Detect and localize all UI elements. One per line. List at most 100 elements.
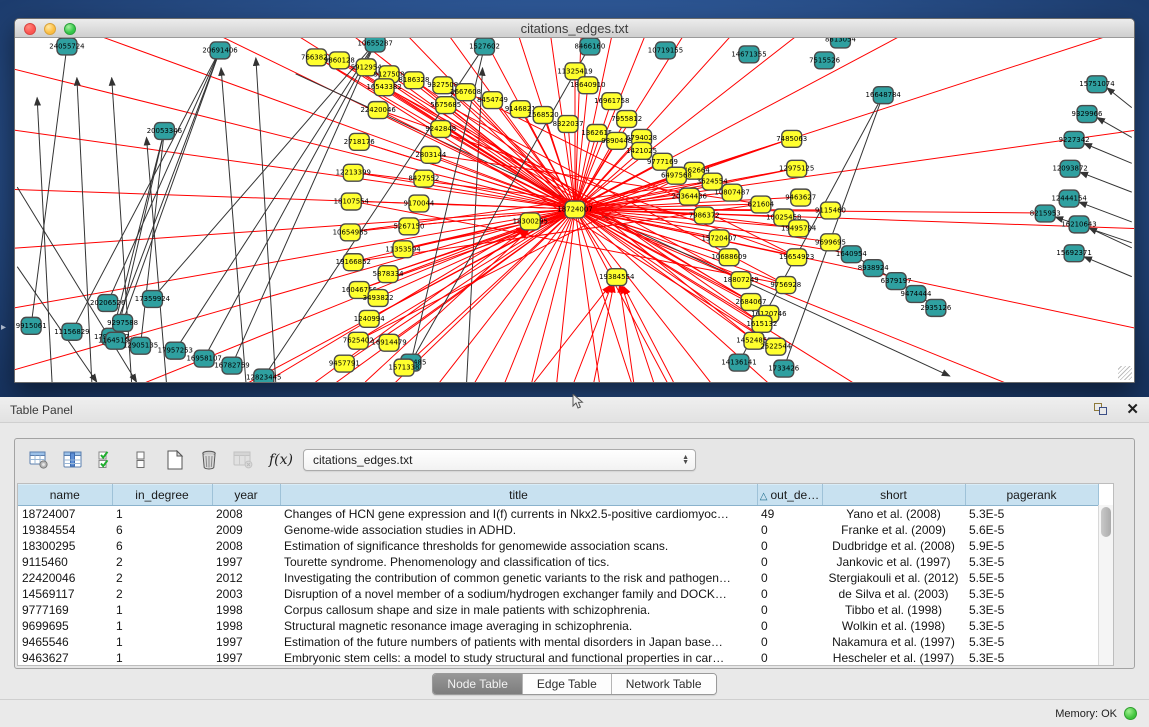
graph-node[interactable]: 1640954 xyxy=(836,246,867,263)
graph-node[interactable]: 12975125 xyxy=(779,160,814,177)
svg-text:2522544: 2522544 xyxy=(760,343,791,351)
graph-node[interactable]: 1733426 xyxy=(768,360,799,377)
panel-collapse-arrow-icon[interactable]: ▸ xyxy=(1,322,6,333)
graph-node[interactable]: 12213399 xyxy=(336,164,371,181)
graph-edge xyxy=(575,84,1134,209)
table-cell: 22420046 xyxy=(18,570,112,586)
graph-node[interactable]: 17359924 xyxy=(135,291,171,308)
graph-node[interactable]: 15692371 xyxy=(1056,245,1091,262)
delete-table-icon[interactable] xyxy=(195,447,223,473)
graph-node[interactable]: 8813054 xyxy=(825,38,856,48)
zoom-window-button[interactable] xyxy=(64,23,76,35)
graph-node[interactable]: 16648784 xyxy=(866,87,902,104)
table-settings-icon[interactable] xyxy=(25,447,53,473)
table-row[interactable]: 946362711997Embryonic stem cells: a mode… xyxy=(18,650,1098,666)
table-row[interactable]: 969969511998Structural magnetic resonanc… xyxy=(18,618,1098,634)
graph-node[interactable]: 12093872 xyxy=(1052,160,1087,177)
graph-node[interactable]: 2718176 xyxy=(344,133,375,150)
graph-edge xyxy=(574,285,612,382)
table-row[interactable]: 977716911998Corpus callosum shape and si… xyxy=(18,602,1098,618)
graph-node[interactable]: 18107554 xyxy=(334,193,370,210)
graph-node[interactable]: 14671355 xyxy=(731,46,766,63)
graph-node[interactable]: 19166852 xyxy=(336,254,371,271)
graph-node[interactable]: 9227342 xyxy=(1059,131,1090,148)
graph-node[interactable]: 2935126 xyxy=(920,299,951,316)
graph-node[interactable]: 621604 xyxy=(748,196,775,213)
graph-node[interactable]: 7515526 xyxy=(809,52,840,69)
graph-node[interactable]: 20206526 xyxy=(90,295,125,312)
window-resize-grip[interactable] xyxy=(1118,366,1132,380)
svg-text:3493822: 3493822 xyxy=(363,294,394,302)
graph-node[interactable]: 9329966 xyxy=(1072,106,1103,123)
column-header-pagerank[interactable]: pagerank xyxy=(965,485,1098,506)
graph-node[interactable]: 10688609 xyxy=(711,249,746,266)
graph-node[interactable]: 18300295 xyxy=(513,213,548,230)
window-titlebar[interactable]: citations_edges.txt xyxy=(15,19,1134,38)
table-row[interactable]: 1830029562008Estimation of significance … xyxy=(18,538,1098,554)
column-header-out_de[interactable]: △out_de… xyxy=(757,485,822,506)
graph-node[interactable]: 7955812 xyxy=(611,111,642,128)
graph-node[interactable]: 8427552 xyxy=(408,170,439,187)
svg-text:9115460: 9115460 xyxy=(815,206,846,214)
graph-node[interactable]: 7485063 xyxy=(776,130,807,147)
graph-node[interactable]: 11156829 xyxy=(54,323,89,340)
graph-node[interactable]: 24055724 xyxy=(49,38,85,55)
graph-node[interactable]: 10655287 xyxy=(358,38,393,52)
graph-node[interactable]: 9463627 xyxy=(785,189,816,206)
table-row[interactable]: 1456911722003Disruption of a novel membe… xyxy=(18,586,1098,602)
graph-node[interactable]: 12823445 xyxy=(246,369,281,382)
minimize-window-button[interactable] xyxy=(44,23,56,35)
svg-text:9699695: 9699695 xyxy=(815,238,846,246)
column-visibility-icon[interactable] xyxy=(59,447,87,473)
network-canvas[interactable]: 24055724 20691406 10655287 1527602 8466160 10… xyxy=(15,38,1134,382)
graph-node[interactable]: 8215953 xyxy=(1030,205,1061,222)
network-view-window[interactable]: citations_edges.txt 24055724 20691406 1065… xyxy=(14,18,1135,383)
svg-text:15751074: 15751074 xyxy=(1079,80,1115,88)
svg-text:16961758: 16961758 xyxy=(594,97,629,105)
graph-node[interactable]: 19384554 xyxy=(599,269,635,286)
table-vertical-scrollbar[interactable] xyxy=(1098,505,1113,665)
table-row[interactable]: 946554611997Estimation of the future num… xyxy=(18,634,1098,650)
svg-text:9474444: 9474444 xyxy=(901,290,932,298)
column-header-title[interactable]: title xyxy=(280,485,757,506)
column-header-in_degree[interactable]: in_degree xyxy=(112,485,212,506)
close-panel-icon[interactable]: ✕ xyxy=(1126,403,1139,417)
float-panel-icon[interactable] xyxy=(1094,403,1110,417)
column-header-name[interactable]: name xyxy=(18,485,112,506)
graph-node[interactable]: 20691406 xyxy=(202,42,237,59)
graph-node[interactable]: 9915061 xyxy=(16,317,47,334)
tab-edge-table[interactable]: Edge Table xyxy=(523,674,612,694)
table-select-dropdown[interactable]: citations_edges.txt ▲▼ xyxy=(303,449,696,471)
clear-selection-icon[interactable] xyxy=(127,447,155,473)
tab-node-table[interactable]: Node Table xyxy=(433,674,523,694)
svg-text:2803144: 2803144 xyxy=(415,151,446,159)
graph-node[interactable]: 20053346 xyxy=(147,123,182,140)
graph-node[interactable]: 1527602 xyxy=(469,38,500,55)
table-row[interactable]: 911546021997Tourette syndrome. Phenomeno… xyxy=(18,554,1098,570)
graph-node[interactable]: 10654985 xyxy=(333,224,368,241)
function-builder-icon[interactable]: f(x) xyxy=(269,452,293,468)
graph-node[interactable]: 9115460 xyxy=(815,202,846,219)
graph-node[interactable]: 9170044 xyxy=(403,195,434,212)
graph-node[interactable]: 11353594 xyxy=(385,241,421,258)
new-table-icon[interactable] xyxy=(161,447,189,473)
svg-text:3624554: 3624554 xyxy=(697,178,728,186)
column-header-short[interactable]: short xyxy=(822,485,965,506)
graph-node[interactable]: 5267150 xyxy=(394,218,425,235)
close-window-button[interactable] xyxy=(24,23,36,35)
graph-node[interactable]: 8466160 xyxy=(574,38,605,55)
table-row[interactable]: 2242004622012Investigating the contribut… xyxy=(18,570,1098,586)
graph-node[interactable]: 16210643 xyxy=(1061,216,1096,233)
graph-edge xyxy=(404,209,575,367)
table-row[interactable]: 1872400712008Changes of HCN gene express… xyxy=(18,506,1098,522)
window-title: citations_edges.txt xyxy=(521,21,629,36)
graph-node[interactable]: 14136141 xyxy=(721,354,756,371)
graph-node[interactable]: 12444154 xyxy=(1051,190,1087,207)
column-header-year[interactable]: year xyxy=(212,485,280,506)
graph-node[interactable]: 15720407 xyxy=(702,230,737,247)
graph-node[interactable]: 19654923 xyxy=(779,249,814,266)
select-all-icon[interactable] xyxy=(93,447,121,473)
scrollbar-thumb[interactable] xyxy=(1101,507,1111,537)
tab-network-table[interactable]: Network Table xyxy=(612,674,716,694)
table-row[interactable]: 1938455462009Genome-wide association stu… xyxy=(18,522,1098,538)
